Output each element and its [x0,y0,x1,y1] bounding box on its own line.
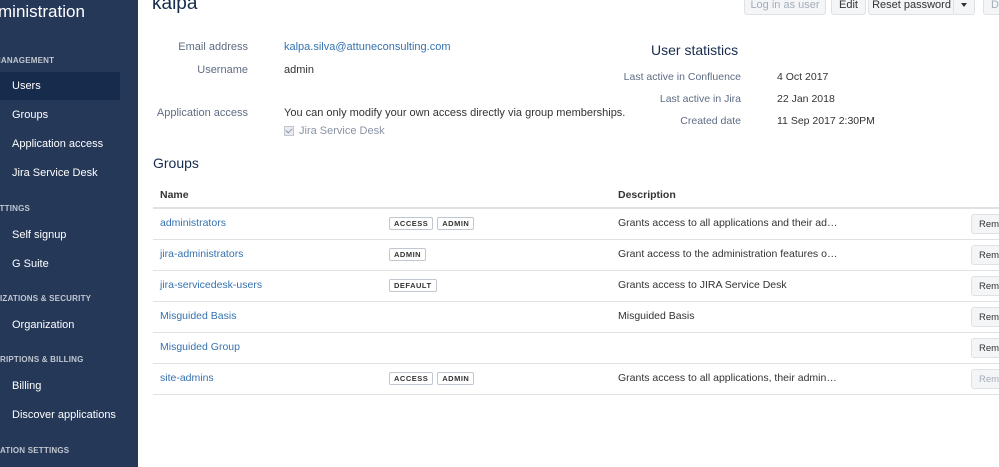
group-name-link[interactable]: jira-administrators [160,248,243,260]
more-actions-button[interactable] [953,0,975,15]
chevron-down-icon [961,3,967,8]
jira-service-desk-checkbox[interactable]: Jira Service Desk [284,125,385,137]
sidebar: ministration MANAGEMENT Users Groups App… [0,0,138,467]
group-description: Grants access to all applications and th… [618,217,838,229]
group-name-link[interactable]: site-admins [160,372,214,384]
group-description: Grant access to the administration featu… [618,248,838,260]
sidebar-item-jira-service-desk[interactable]: Jira Service Desk [0,159,120,187]
groups-table-header: Name Description [153,183,999,209]
group-name-link[interactable]: jira-servicedesk-users [160,279,262,291]
group-badges: ACCESS ADMIN [389,217,478,230]
application-access-text: You can only modify your own access dire… [284,107,626,119]
sidebar-item-groups[interactable]: Groups [0,101,120,129]
remove-group-button[interactable]: Remove [971,245,999,265]
checkbox-checked-icon [284,126,294,137]
sidebar-section-user-management: MANAGEMENT [0,56,55,65]
remove-group-button[interactable]: Remove [971,214,999,234]
remove-group-button[interactable]: Remove [971,276,999,296]
email-value[interactable]: kalpa.silva@attuneconsulting.com [284,41,450,53]
group-badge: ADMIN [437,217,475,230]
group-badge: ADMIN [389,248,427,261]
sidebar-section-application-settings: CATION SETTINGS [0,446,70,455]
remove-group-button[interactable]: Remove [971,338,999,358]
application-access-label: Application access [156,107,248,119]
group-badge: ACCESS [389,372,434,385]
group-badges: ADMIN [389,248,430,261]
groups-title: Groups [153,155,199,171]
column-header-name: Name [160,189,189,201]
stat-value-jira: 22 Jan 2018 [777,93,835,105]
group-badge: DEFAULT [389,279,437,292]
reset-password-button[interactable]: Reset password [868,0,955,15]
group-description: Grants access to all applications, their… [618,372,837,384]
group-name-link[interactable]: administrators [160,217,226,229]
sidebar-item-billing[interactable]: Billing [0,372,120,400]
column-header-description: Description [618,189,676,201]
group-badges: ACCESS ADMIN [389,372,478,385]
group-description: Grants access to JIRA Service Desk [618,279,787,291]
sidebar-item-self-signup[interactable]: Self signup [0,221,120,249]
stat-label-jira: Last active in Jira [659,93,741,105]
table-row: administrators ACCESS ADMIN Grants access t… [153,209,999,240]
sidebar-item-g-suite[interactable]: G Suite [0,250,120,278]
sidebar-section-organizations-security: NIZATIONS & SECURITY [0,294,92,303]
group-description: Misguided Basis [618,310,695,322]
group-name-link[interactable]: Misguided Basis [160,310,236,322]
user-statistics-title: User statistics [651,42,739,58]
groups-table: Name Description administrators ACCESS ADM… [153,183,999,395]
sidebar-section-settings: ETTINGS [0,204,31,213]
table-row: jira-administrators ADMIN Grant access to … [153,240,999,271]
edit-button[interactable]: Edit [831,0,866,15]
group-badge: ACCESS [389,217,434,230]
username-value: admin [284,64,314,76]
stat-value-created: 11 Sep 2017 2:30PM [777,115,875,127]
remove-group-button[interactable]: Remove [971,307,999,327]
log-in-as-user-button[interactable]: Log in as user [744,0,826,15]
remove-group-button[interactable]: Remove [971,369,999,389]
checkbox-label: Jira Service Desk [299,125,385,137]
sidebar-item-users[interactable]: Users [0,72,120,100]
table-row: jira-servicedesk-users DEFAULT Grants acce… [153,271,999,302]
group-name-link[interactable]: Misguided Group [160,341,240,353]
email-label: Email address [178,41,248,53]
group-badges: DEFAULT [389,279,441,292]
table-row: Misguided Group Remove [153,333,999,364]
delete-button[interactable]: D [983,0,999,15]
page-title: kalpa [152,0,198,14]
main-content: kalpa Log in as user Edit Reset password… [138,0,999,467]
sidebar-item-organization[interactable]: Organization [0,311,120,339]
sidebar-title: ministration [0,2,85,21]
table-row: Misguided Basis Misguided Basis Remove [153,302,999,333]
group-badge: ADMIN [437,372,475,385]
username-label: Username [197,64,248,76]
stat-value-confluence: 4 Oct 2017 [777,71,829,83]
sidebar-item-discover-applications[interactable]: Discover applications [0,401,120,429]
stat-label-created: Created date [680,115,741,127]
sidebar-item-application-access[interactable]: Application access [0,130,120,158]
sidebar-section-subscriptions-billing: CRIPTIONS & BILLING [0,355,84,364]
stat-label-confluence: Last active in Confluence [623,71,741,83]
table-row: site-admins ACCESS ADMIN Grants access to a… [153,364,999,395]
